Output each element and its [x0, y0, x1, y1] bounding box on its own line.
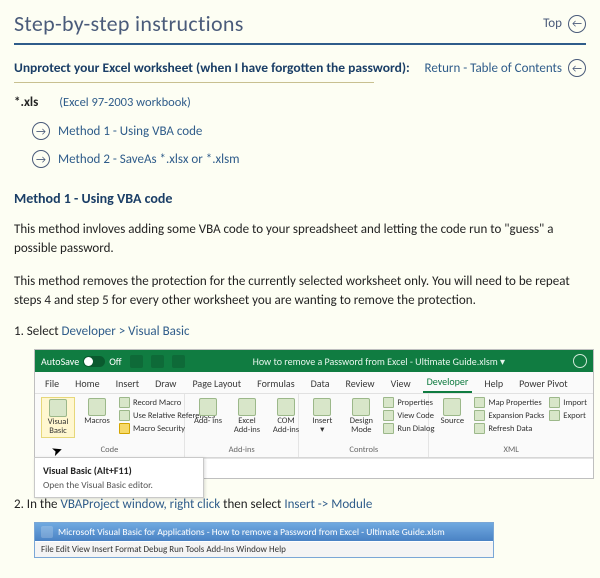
- page-title: Step-by-step instructions: [14, 10, 244, 37]
- com-addins-button[interactable]: COM Add-ins: [269, 397, 303, 436]
- insert-control-icon: [313, 398, 331, 416]
- step-1: 1. Select Developer > Visual Basic: [14, 324, 586, 339]
- tooltip-title: Visual Basic (Alt+F11): [43, 464, 195, 477]
- xml-source-button[interactable]: Source: [435, 397, 469, 427]
- run-dialog-icon: [383, 423, 394, 434]
- step-1-path-developer: Developer: [62, 324, 116, 339]
- xml-source-icon: [443, 398, 461, 416]
- vba-editor-screenshot: Microsoft Visual Basic for Applications …: [34, 522, 494, 558]
- xml-export-button[interactable]: Export: [549, 410, 587, 421]
- properties-icon: [383, 397, 394, 408]
- refresh-data-icon: [474, 423, 485, 434]
- group-controls-label: Controls: [305, 444, 422, 455]
- file-extension-label: *.xls: [14, 95, 38, 110]
- group-xml-label: XML: [435, 444, 587, 455]
- group-addins-label: Add-ins: [191, 444, 292, 455]
- step-2-action-b: Insert -> Module: [284, 497, 372, 512]
- view-code-icon: [383, 410, 394, 421]
- method-1-link[interactable]: Method 1 - Using VBA code: [58, 124, 202, 139]
- visual-basic-icon: [49, 399, 67, 417]
- top-link[interactable]: Top: [543, 16, 562, 31]
- method-2-link[interactable]: Method 2 - SaveAs *.xlsx or *.xlsm: [58, 152, 240, 167]
- tab-file[interactable]: File: [41, 374, 63, 393]
- step-2-action-a: VBAProject window, right click: [60, 497, 220, 512]
- vba-app-icon: [41, 526, 53, 538]
- file-format-desc: (Excel 97-2003 workbook): [59, 95, 191, 110]
- expansion-packs-icon: [474, 410, 485, 421]
- excel-addins-button[interactable]: Excel Add-ins: [230, 397, 264, 436]
- import-icon: [549, 397, 560, 408]
- expansion-packs-button[interactable]: Expansion Packs: [474, 410, 544, 421]
- record-macro-icon: [119, 397, 130, 408]
- return-toc-link[interactable]: Return - Table of Contents: [425, 61, 563, 76]
- properties-button[interactable]: Properties: [383, 397, 434, 408]
- excel-titlebar: AutoSave Off How to remove a Password fr…: [35, 350, 593, 372]
- design-mode-button[interactable]: Design Mode: [344, 397, 378, 436]
- undo-icon[interactable]: [151, 355, 164, 368]
- divider-sub: [14, 82, 374, 83]
- ribbon-tabs: File Home Insert Draw Page Layout Formul…: [35, 372, 593, 394]
- tooltip-body: Open the Visual Basic editor.: [43, 479, 195, 491]
- document-title: How to remove a Password from Excel - Ul…: [193, 355, 565, 368]
- export-icon: [549, 410, 560, 421]
- addins-button[interactable]: Add- ins: [191, 397, 225, 427]
- arrow-right-icon[interactable]: →: [32, 122, 50, 140]
- autosave-state: Off: [109, 355, 121, 368]
- autosave-label: AutoSave: [41, 355, 79, 368]
- vba-window-title: Microsoft Visual Basic for Applications …: [58, 526, 445, 538]
- tab-help[interactable]: Help: [480, 374, 507, 393]
- refresh-data-button[interactable]: Refresh Data: [474, 423, 544, 434]
- divider-main: [14, 43, 586, 45]
- method-1-heading: Method 1 - Using VBA code: [14, 190, 586, 207]
- macros-icon: [88, 398, 106, 416]
- tab-power-pivot[interactable]: Power Pivot: [515, 374, 572, 393]
- design-mode-icon: [352, 398, 370, 416]
- com-addins-icon: [277, 398, 295, 416]
- addins-icon: [199, 398, 217, 416]
- visual-basic-button[interactable]: Visual Basic: [41, 397, 75, 438]
- redo-icon[interactable]: [172, 355, 185, 368]
- view-code-button[interactable]: View Code: [383, 410, 434, 421]
- map-properties-icon: [474, 397, 485, 408]
- tab-developer[interactable]: Developer: [423, 372, 473, 393]
- arrow-left-icon[interactable]: ←: [568, 59, 586, 77]
- step-1-path-vb: Visual Basic: [128, 324, 189, 339]
- ribbon-body: Visual Basic Macros Record Macro Use Rel…: [35, 394, 593, 458]
- xml-import-button[interactable]: Import: [549, 397, 587, 408]
- run-dialog-button[interactable]: Run Dialog: [383, 423, 434, 434]
- vba-menubar[interactable]: File Edit View Insert Format Debug Run T…: [35, 541, 493, 557]
- relative-references-icon: [119, 410, 130, 421]
- arrow-right-icon[interactable]: →: [32, 150, 50, 168]
- method-1-p2: This method removes the protection for t…: [14, 273, 586, 311]
- tab-home[interactable]: Home: [71, 374, 103, 393]
- step-2: 2. In the VBAProject window, right click…: [14, 497, 586, 512]
- visual-basic-tooltip: Visual Basic (Alt+F11) Open the Visual B…: [34, 457, 204, 498]
- autosave-toggle[interactable]: [83, 356, 105, 367]
- search-icon[interactable]: [573, 354, 587, 368]
- tab-insert[interactable]: Insert: [112, 374, 144, 393]
- save-icon[interactable]: [130, 355, 143, 368]
- tab-data[interactable]: Data: [307, 374, 334, 393]
- insert-control-button[interactable]: Insert▾: [305, 397, 339, 436]
- arrow-left-icon[interactable]: ←: [568, 15, 586, 33]
- excel-addins-icon: [238, 398, 256, 416]
- tab-page-layout[interactable]: Page Layout: [188, 374, 245, 393]
- macros-button[interactable]: Macros: [80, 397, 114, 427]
- method-1-p1: This method invloves adding some VBA cod…: [14, 221, 586, 259]
- tab-draw[interactable]: Draw: [151, 374, 180, 393]
- section-subtitle: Unprotect your Excel worksheet (when I h…: [14, 59, 410, 76]
- tab-review[interactable]: Review: [342, 374, 379, 393]
- tab-formulas[interactable]: Formulas: [253, 374, 298, 393]
- map-properties-button[interactable]: Map Properties: [474, 397, 544, 408]
- macro-security-icon: [119, 423, 130, 434]
- tab-view[interactable]: View: [387, 374, 415, 393]
